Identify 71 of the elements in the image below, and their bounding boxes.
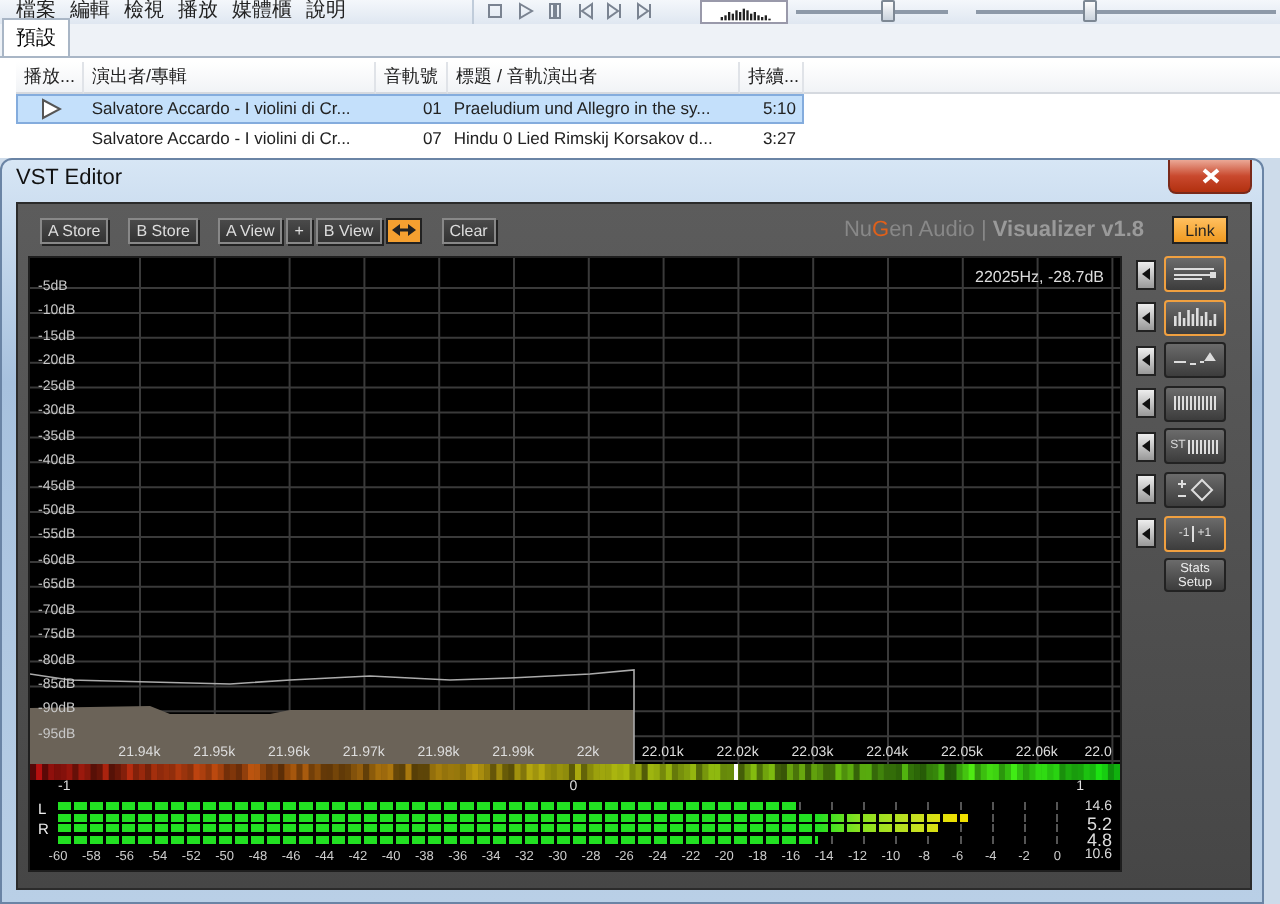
swap-button[interactable] <box>385 217 422 243</box>
toolbar-button[interactable]: B Store <box>128 217 198 243</box>
table-cell-text: 3:27 <box>760 126 798 152</box>
toolbar-button[interactable]: A Store <box>40 217 109 243</box>
column-header[interactable]: 音軌號 <box>376 62 448 94</box>
slider-thumb[interactable] <box>880 0 895 22</box>
tab[interactable]: 預設 <box>2 18 70 56</box>
level-readout: 5.2 <box>1086 815 1112 831</box>
view-mode-button[interactable] <box>1164 342 1226 379</box>
close-button[interactable] <box>1168 160 1252 194</box>
left-triangle-icon <box>1142 527 1150 540</box>
view-mode-button[interactable] <box>1164 471 1226 508</box>
left-triangle-icon <box>1142 483 1150 496</box>
view-mode-button[interactable] <box>1164 299 1226 336</box>
view-mode-button[interactable] <box>1164 385 1226 422</box>
divider-icon <box>1191 525 1196 542</box>
window-title: VST Editor <box>16 164 122 194</box>
playlist-row[interactable]: Salvatore Accardo - I violini di Cr... 01 Praeludium und Allegro in the sy... 5:10 <box>16 94 804 124</box>
plus-minus-diamond-icon <box>1175 477 1215 502</box>
menu-item[interactable]: 說明 <box>306 0 346 22</box>
table-cell-text: 5:10 <box>760 96 798 122</box>
toolbar-button[interactable]: A View <box>217 217 283 243</box>
close-icon <box>1201 168 1219 184</box>
left-triangle-icon <box>1142 268 1150 280</box>
table-cell-text: 07 <box>420 126 444 152</box>
arrow-button[interactable] <box>1136 474 1156 505</box>
lines-icon <box>1173 266 1217 282</box>
toolbar-button[interactable]: + <box>286 217 312 243</box>
arrow-button[interactable] <box>1136 345 1156 376</box>
arrow-button[interactable] <box>1136 259 1156 289</box>
bars-icon <box>1173 308 1217 327</box>
toolbar-button[interactable]: Clear <box>441 217 496 243</box>
left-triangle-icon <box>1142 397 1150 410</box>
left-triangle-icon <box>1142 311 1150 324</box>
left-triangle-icon <box>1142 440 1150 453</box>
table-cell-text: Salvatore Accardo - I violini di Cr... <box>89 96 353 122</box>
playlist-row[interactable]: Salvatore Accardo - I violini di Cr... 07 Hindu 0 Lied Rimskij Korsakov d... 3:27 <box>16 124 804 154</box>
comb-icon <box>1173 394 1217 413</box>
eq-icon <box>1173 352 1217 369</box>
menu-item[interactable]: 編輯 <box>70 0 110 22</box>
play-icon <box>516 2 534 20</box>
comb-icon <box>1187 437 1220 456</box>
arrow-button[interactable] <box>1136 518 1156 549</box>
left-right-arrow-icon <box>391 224 416 236</box>
next-icon <box>606 2 624 20</box>
table-cell-text: Praeludium und Allegro in the sy... <box>451 96 713 122</box>
column-header[interactable]: 持續... <box>740 62 804 94</box>
view-mode-button[interactable] <box>1164 256 1226 292</box>
level-readout: 4.8 <box>1086 831 1112 847</box>
table-cell-text: Salvatore Accardo - I violini di Cr... <box>89 126 353 152</box>
link-button[interactable]: Link <box>1172 216 1228 244</box>
cursor-readout: 22025Hz, -28.7dB <box>975 268 1104 286</box>
menu-item[interactable]: 播放 <box>178 0 218 22</box>
menu-item[interactable]: 媒體櫃 <box>232 0 292 22</box>
column-header[interactable]: 標題 / 音軌演出者 <box>448 62 740 94</box>
arrow-button[interactable] <box>1136 431 1156 462</box>
menu-item[interactable]: 檢視 <box>124 0 164 22</box>
spectrum-icon <box>700 0 788 24</box>
skip-icon <box>636 2 654 20</box>
toolbar-button[interactable]: B View <box>315 217 382 243</box>
table-cell-text: 01 <box>420 96 444 122</box>
column-header[interactable]: 播放... <box>16 62 84 94</box>
column-header[interactable]: 演出者/專輯 <box>84 62 376 94</box>
previous-icon <box>576 2 594 20</box>
arrow-button[interactable] <box>1136 302 1156 333</box>
stop-icon <box>486 2 504 20</box>
pause-icon <box>546 2 564 20</box>
arrow-button[interactable] <box>1136 388 1156 419</box>
slider-thumb[interactable] <box>1083 0 1097 22</box>
left-triangle-icon <box>1142 354 1150 367</box>
table-cell-text: Hindu 0 Lied Rimskij Korsakov d... <box>451 126 715 152</box>
